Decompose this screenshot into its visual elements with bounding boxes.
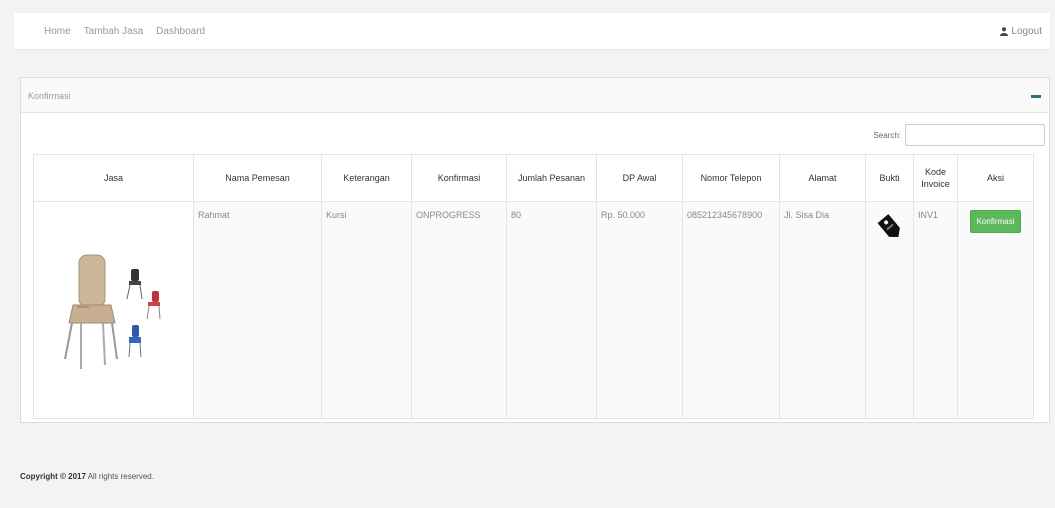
col-header-alamat[interactable]: Alamat bbox=[779, 154, 866, 202]
cell-alamat: Jl. Sisa Dia bbox=[779, 201, 866, 419]
nav-home-link[interactable]: Home bbox=[44, 26, 71, 37]
jasa-cell bbox=[33, 201, 194, 419]
footer: Copyright © 2017 All rights reserved. bbox=[20, 472, 154, 481]
logout-label: Logout bbox=[1011, 26, 1042, 37]
nav-dashboard-link[interactable]: Dashboard bbox=[156, 26, 205, 37]
konfirmasi-table: Jasa Nama Pemesan Keterangan Konfirmasi … bbox=[33, 154, 1034, 419]
cell-kode-invoice: INV1 bbox=[913, 201, 958, 419]
cell-jumlah-pesanan: 80 bbox=[506, 201, 597, 419]
table-row: Rahmat Kursi ONPROGRESS 80 Rp. 50.000 08… bbox=[33, 201, 1034, 419]
search-input[interactable] bbox=[905, 124, 1045, 146]
konfirmasi-button[interactable]: Konfirmasi bbox=[969, 210, 1022, 233]
col-header-kode-invoice[interactable]: Kode Invoice bbox=[913, 154, 958, 202]
user-icon bbox=[1000, 27, 1009, 36]
table-header-row: Jasa Nama Pemesan Keterangan Konfirmasi … bbox=[33, 154, 1034, 202]
panel-heading: Konfirmasi bbox=[21, 78, 1049, 113]
cell-konfirmasi: ONPROGRESS bbox=[411, 201, 507, 419]
col-header-bukti[interactable]: Bukti bbox=[865, 154, 914, 202]
col-header-aksi[interactable]: Aksi bbox=[957, 154, 1034, 202]
chair-product-image bbox=[63, 254, 160, 369]
cell-dp-awal: Rp. 50.000 bbox=[596, 201, 683, 419]
search-label: Search: bbox=[873, 130, 901, 140]
footer-copyright: Copyright © 2017 bbox=[20, 472, 86, 481]
cell-nomor-telepon: 085212345678900 bbox=[682, 201, 780, 419]
cell-keterangan: Kursi bbox=[321, 201, 412, 419]
col-header-nama-pemesan[interactable]: Nama Pemesan bbox=[193, 154, 322, 202]
nav-links: Home Tambah Jasa Dashboard bbox=[44, 26, 205, 37]
cell-aksi: Konfirmasi bbox=[957, 201, 1034, 419]
col-header-keterangan[interactable]: Keterangan bbox=[321, 154, 412, 202]
price-tag-icon[interactable] bbox=[876, 212, 904, 242]
col-header-nomor-telepon[interactable]: Nomor Telepon bbox=[682, 154, 780, 202]
panel-title: Konfirmasi bbox=[28, 91, 71, 101]
konfirmasi-panel: Konfirmasi Search: Jasa Nama Pemesan Ket… bbox=[20, 77, 1050, 423]
footer-rights: All rights reserved. bbox=[87, 472, 154, 481]
top-navbar: Home Tambah Jasa Dashboard Logout bbox=[14, 13, 1050, 50]
col-header-konfirmasi[interactable]: Konfirmasi bbox=[411, 154, 507, 202]
cell-bukti bbox=[865, 201, 914, 419]
col-header-jasa[interactable]: Jasa bbox=[33, 154, 194, 202]
cell-nama-pemesan: Rahmat bbox=[193, 201, 322, 419]
nav-tambah-jasa-link[interactable]: Tambah Jasa bbox=[84, 26, 143, 37]
col-header-jumlah-pesanan[interactable]: Jumlah Pesanan bbox=[506, 154, 597, 202]
col-header-dp-awal[interactable]: DP Awal bbox=[596, 154, 683, 202]
minimize-icon[interactable] bbox=[1031, 95, 1041, 98]
logout-link[interactable]: Logout bbox=[1000, 26, 1042, 37]
search-row: Search: bbox=[873, 124, 1045, 146]
